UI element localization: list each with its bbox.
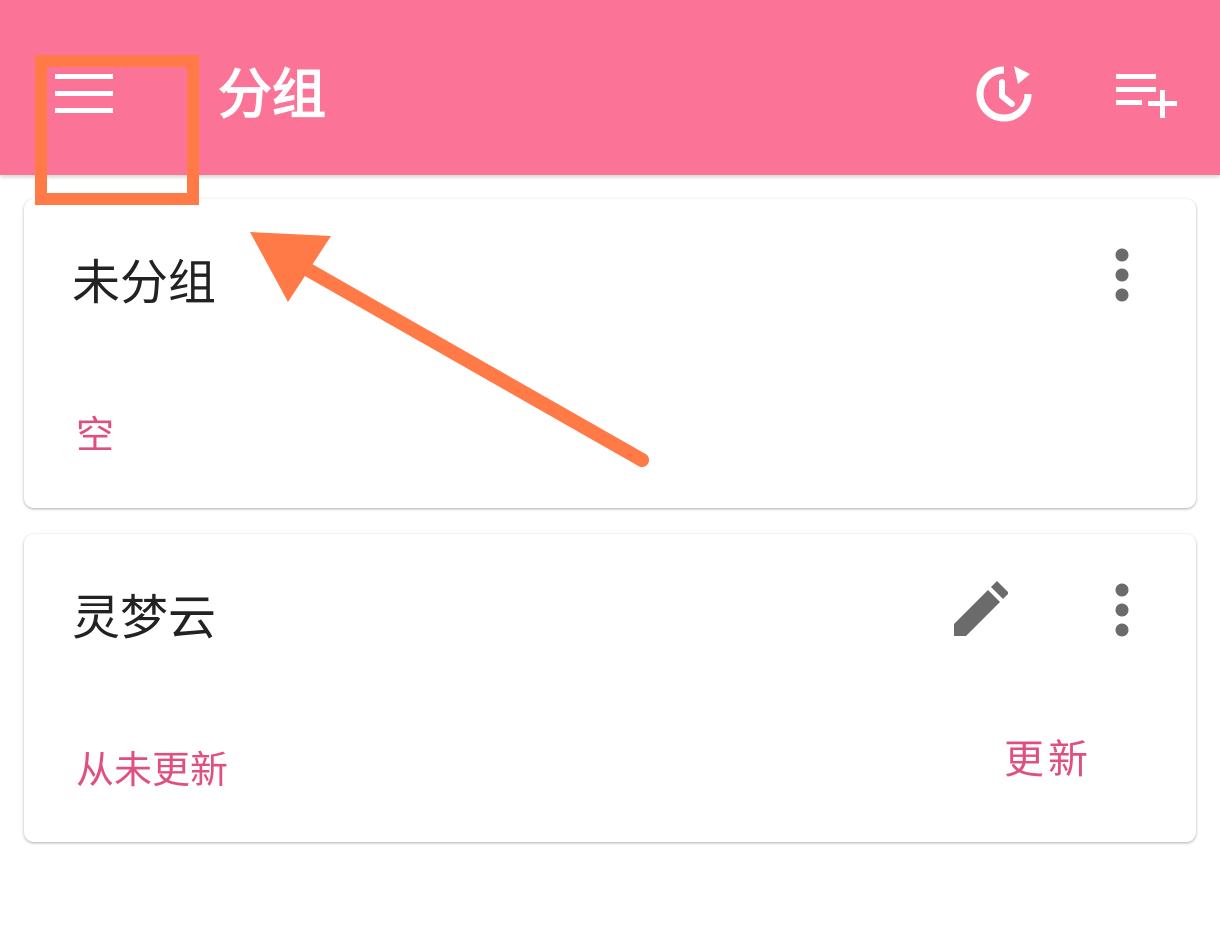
playlist-add-icon [1116,74,1177,118]
more-options-button[interactable] [1096,239,1148,311]
page-title: 分组 [218,63,326,126]
menu-button[interactable] [40,58,130,130]
group-status: 空 [76,413,115,457]
group-name: 未分组 [72,255,217,311]
history-button[interactable] [968,58,1040,130]
menu-icon [55,74,113,113]
more-vert-icon [1115,248,1129,302]
update-button[interactable]: 更新 [968,730,1128,790]
edit-button[interactable] [938,574,1018,646]
group-card[interactable]: 灵梦云 从未更新 更新 [24,534,1196,842]
history-refresh-icon [976,66,1032,122]
more-options-button[interactable] [1096,574,1148,646]
app-bar: 分组 [0,0,1220,175]
group-status: 从未更新 [76,748,229,792]
group-card[interactable]: 未分组 空 [24,199,1196,508]
add-group-button[interactable] [1108,58,1188,130]
edit-pencil-icon [954,581,1008,636]
group-name: 灵梦云 [72,590,217,646]
more-vert-icon [1115,583,1129,637]
